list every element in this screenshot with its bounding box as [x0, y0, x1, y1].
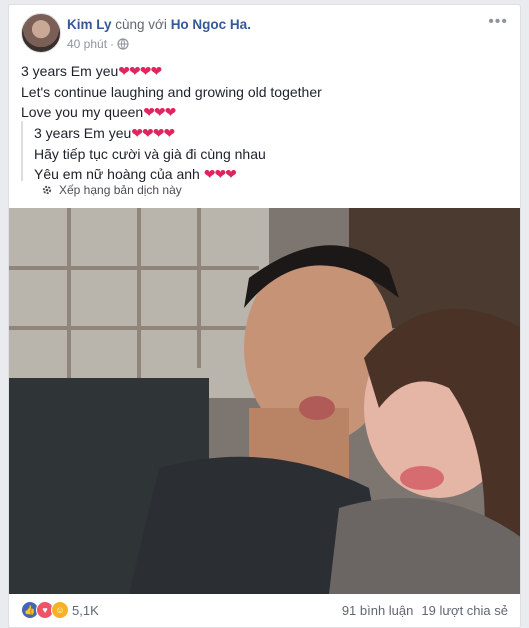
reaction-count: 5,1K [72, 602, 99, 618]
rate-translation-link[interactable]: Xếp hạng bản dịch này [41, 183, 182, 197]
avatar[interactable] [21, 13, 61, 53]
translation-text: 3 years Em yeu❤❤❤❤ Hãy tiếp tục cười và … [34, 123, 266, 185]
post-card: Kim Ly cùng với Ho Ngoc Ha. 40 phút · ••… [8, 4, 521, 628]
post-line: 3 years Em yeu❤❤❤❤ [21, 63, 162, 79]
rate-translation-label: Xếp hạng bản dịch này [59, 183, 182, 197]
author-name[interactable]: Kim Ly [67, 17, 112, 32]
post-line: Love you my queen❤❤❤ [21, 104, 176, 120]
post-meta: 40 phút · [67, 37, 129, 51]
post-time[interactable]: 40 phút [67, 37, 107, 51]
reaction-icons: 👍 ♥ ☺ [21, 601, 69, 619]
post-line: Let's continue laughing and growing old … [21, 83, 322, 100]
gear-icon [42, 185, 52, 195]
with-text: cùng với [115, 17, 167, 32]
hearts-emoji: ❤❤❤❤ [118, 63, 162, 79]
post-stats: 91 bình luận 19 lượt chia sẻ [342, 603, 508, 618]
post-photo[interactable] [9, 208, 520, 594]
reactions-summary[interactable]: 👍 ♥ ☺ 5,1K [21, 601, 99, 619]
hearts-emoji: ❤❤❤ [143, 104, 176, 120]
haha-icon: ☺ [51, 601, 69, 619]
comments-count[interactable]: 91 bình luận [342, 603, 414, 618]
translation-line: Hãy tiếp tục cười và già đi cùng nhau [34, 145, 266, 162]
globe-icon[interactable] [117, 38, 129, 50]
post-header: Kim Ly cùng với Ho Ngoc Ha. [67, 17, 251, 32]
post-text: 3 years Em yeu❤❤❤❤ Let's continue laughi… [21, 61, 322, 123]
hearts-emoji: ❤❤❤ [203, 166, 237, 182]
translation-line: Yêu em nữ hoàng của anh ❤❤❤ [34, 166, 237, 182]
more-options-icon[interactable]: ••• [488, 13, 508, 31]
separator: · [110, 37, 115, 51]
photo-image [9, 208, 520, 594]
hearts-emoji: ❤❤❤❤ [131, 125, 175, 141]
translation-divider [21, 121, 23, 181]
shares-count[interactable]: 19 lượt chia sẻ [421, 603, 508, 618]
tagged-user[interactable]: Ho Ngoc Ha. [171, 17, 251, 32]
translation-line: 3 years Em yeu❤❤❤❤ [34, 125, 175, 141]
